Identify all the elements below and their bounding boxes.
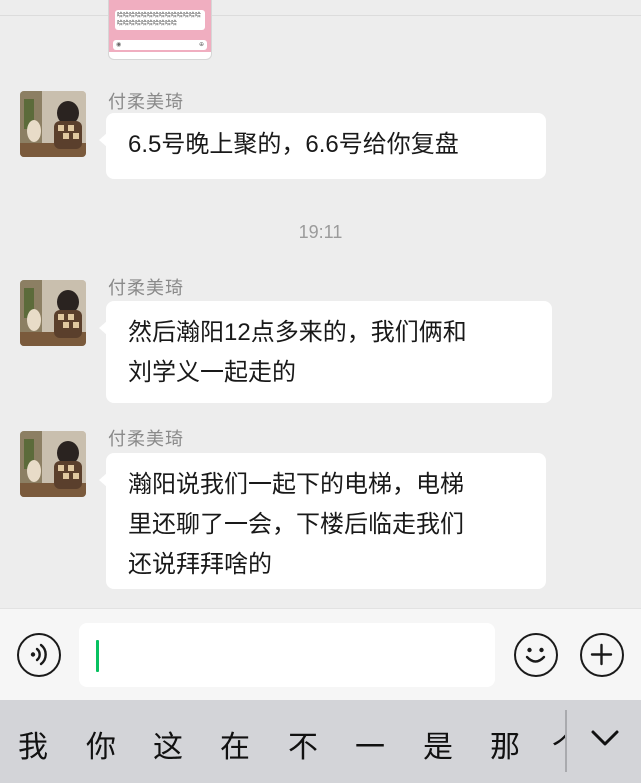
sender-name: 付柔美琦	[108, 429, 184, 449]
candidate-word[interactable]: 你	[86, 722, 116, 766]
message-line: 还说拜拜啥的	[128, 551, 272, 578]
message-line: 刘学义一起走的	[128, 359, 296, 386]
voice-input-button[interactable]	[17, 633, 61, 677]
more-button[interactable]	[580, 633, 624, 677]
sender-name: 付柔美琦	[108, 278, 184, 298]
candidate-word[interactable]: 那	[490, 722, 520, 766]
candidate-word[interactable]: 这	[153, 722, 183, 766]
candidate-word[interactable]: 在	[220, 722, 250, 766]
preview-voice-icon: ◉	[116, 42, 122, 48]
message-line: 然后瀚阳12点多来的，我们俩和	[128, 319, 467, 346]
message-bubble[interactable]: 6.5号晚上聚的，6.6号给你复盘	[99, 113, 546, 179]
image-message-preview[interactable]: 哈哈哈哈哈哈哈哈哈哈哈哈哈哈哈哈哈哈哈哈哈哈哈哈 ◉ ⊕	[108, 0, 212, 60]
message-line: 6.5号晚上聚的，6.6号给你复盘	[128, 131, 459, 158]
avatar-image	[20, 91, 86, 157]
message-line: 里还聊了一会，下楼后临走我们	[128, 511, 464, 538]
text-cursor	[96, 640, 99, 672]
emoji-button[interactable]	[514, 633, 558, 677]
avatar[interactable]	[20, 91, 86, 157]
ime-candidate-bar: 我 你 这 在 不 一 是 那 个	[0, 700, 641, 783]
message-line: 瀚阳说我们一起下的电梯，电梯	[128, 471, 464, 498]
smiley-icon	[525, 647, 546, 663]
avatar[interactable]	[20, 280, 86, 346]
candidate-word[interactable]: 是	[423, 722, 453, 766]
plus-icon	[590, 643, 613, 666]
candidate-word[interactable]: 不	[288, 722, 318, 766]
message-bubble[interactable]: 瀚阳说我们一起下的电梯，电梯 里还聊了一会，下楼后临走我们 还说拜拜啥的	[99, 453, 546, 589]
preview-plus-icon: ⊕	[198, 42, 204, 48]
chat-input-bar	[0, 608, 641, 701]
avatar[interactable]	[20, 431, 86, 497]
preview-text-card: 哈哈哈哈哈哈哈哈哈哈哈哈哈哈哈哈哈哈哈哈哈哈哈哈	[115, 10, 205, 30]
message-input[interactable]	[79, 623, 495, 687]
candidate-word[interactable]: 我	[18, 722, 48, 766]
top-divider	[0, 15, 641, 16]
candidate-divider	[565, 710, 567, 772]
preview-input-bar: ◉ ⊕	[113, 40, 207, 50]
candidate-word-partial[interactable]: 个	[552, 722, 565, 766]
avatar-image	[20, 280, 86, 346]
sender-name: 付柔美琦	[108, 92, 184, 112]
collapse-candidates-button[interactable]	[585, 718, 625, 758]
chevron-down-icon	[591, 730, 619, 746]
avatar-image	[20, 431, 86, 497]
voice-icon	[30, 643, 47, 666]
candidate-word[interactable]: 一	[355, 722, 385, 766]
message-bubble[interactable]: 然后瀚阳12点多来的，我们俩和 刘学义一起走的	[99, 301, 552, 403]
timestamp: 19:11	[298, 222, 343, 242]
